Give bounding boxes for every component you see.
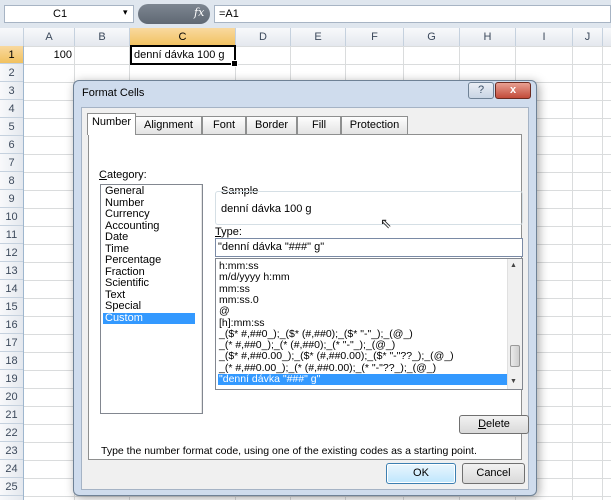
- row-header-13[interactable]: 13: [0, 262, 23, 280]
- fill-handle[interactable]: [231, 60, 238, 67]
- row-header-2[interactable]: 2: [0, 64, 23, 82]
- tab-protection[interactable]: Protection: [341, 116, 408, 134]
- cell-a1[interactable]: 100: [24, 46, 75, 64]
- row-header-14[interactable]: 14: [0, 280, 23, 298]
- format-code-item[interactable]: _(* #,##0_);_(* (#,##0);_(* "-"_);_(@_): [218, 340, 507, 351]
- column-header-c[interactable]: C: [130, 28, 236, 46]
- row-header-1[interactable]: 1: [0, 46, 23, 64]
- column-header-j[interactable]: J: [573, 28, 603, 46]
- row-header-5[interactable]: 5: [0, 118, 23, 136]
- type-input[interactable]: "denní dávka "###" g": [215, 238, 523, 257]
- category-item-percentage[interactable]: Percentage: [103, 254, 195, 267]
- row-headers: 1 2 3 4 5 6 7 8 9 10 11 12 13 14 15 16 17 18 19 20 21 22 23 24 2…: [0, 46, 24, 500]
- row-header-20[interactable]: 20: [0, 388, 23, 406]
- row-header-21[interactable]: 21: [0, 406, 23, 424]
- tab-border[interactable]: Border: [246, 116, 297, 134]
- name-box-value: C1: [53, 8, 68, 20]
- formula-bar: C1 ▾ fx =A1: [0, 0, 611, 29]
- row-header-17[interactable]: 17: [0, 334, 23, 352]
- tab-fill[interactable]: Fill: [297, 116, 341, 134]
- row-header-8[interactable]: 8: [0, 172, 23, 190]
- cell-c1-active[interactable]: denní dávka 100 g: [130, 45, 236, 65]
- row-header-6[interactable]: 6: [0, 136, 23, 154]
- row-header-11[interactable]: 11: [0, 226, 23, 244]
- category-item-currency[interactable]: Currency: [103, 208, 195, 221]
- column-header-a[interactable]: A: [24, 28, 75, 46]
- tab-number[interactable]: Number: [87, 113, 136, 135]
- number-tab-panel: Category: General Number Currency Accountin…: [88, 134, 529, 460]
- name-box[interactable]: C1 ▾: [4, 5, 134, 23]
- category-item-custom[interactable]: Custom: [103, 312, 195, 324]
- scroll-thumb[interactable]: [510, 345, 520, 367]
- column-header-i[interactable]: I: [516, 28, 573, 46]
- scroll-down-icon[interactable]: ▼: [510, 378, 517, 385]
- format-list-scrollbar[interactable]: ▲ ▼: [507, 259, 522, 389]
- grid-line: [572, 46, 573, 500]
- row-header-19[interactable]: 19: [0, 370, 23, 388]
- format-code-item[interactable]: _($* #,##0_);_($* (#,##0);_($* "-"_);_(@…: [218, 329, 507, 340]
- category-item-scientific[interactable]: Scientific: [103, 277, 195, 290]
- scroll-up-icon[interactable]: ▲: [510, 262, 517, 269]
- row-header-10[interactable]: 10: [0, 208, 23, 226]
- format-code-item[interactable]: "denní dávka "###" g": [218, 374, 507, 386]
- row-header-23[interactable]: 23: [0, 442, 23, 460]
- format-code-item[interactable]: [h]:mm:ss: [218, 318, 507, 329]
- close-button[interactable]: x: [495, 82, 531, 99]
- column-headers: ABCDEFGHIJ: [0, 28, 611, 47]
- row-header-7[interactable]: 7: [0, 154, 23, 172]
- formula-text: =A1: [219, 8, 239, 20]
- category-item-date[interactable]: Date: [103, 231, 195, 244]
- tab-font[interactable]: Font: [202, 116, 246, 134]
- column-header-h[interactable]: H: [460, 28, 516, 46]
- format-code-item[interactable]: mm:ss.0: [218, 295, 507, 306]
- format-cells-dialog: Format Cells ? x Number Alignment Font Bord…: [73, 80, 537, 496]
- format-code-item[interactable]: h:mm:ss: [218, 261, 507, 272]
- category-label: Category:: [99, 169, 147, 181]
- format-code-item[interactable]: @: [218, 306, 507, 317]
- row-header-4[interactable]: 4: [0, 100, 23, 118]
- select-all-corner[interactable]: [0, 28, 24, 46]
- column-header-d[interactable]: D: [236, 28, 291, 46]
- column-header-g[interactable]: G: [404, 28, 460, 46]
- category-list-divider: [201, 185, 202, 413]
- row-header-15[interactable]: 15: [0, 298, 23, 316]
- row-header-22[interactable]: 22: [0, 424, 23, 442]
- format-code-list[interactable]: "denní dávka "###" g" _(* #,##0.00_);_(* …: [215, 258, 523, 390]
- row-header-12[interactable]: 12: [0, 244, 23, 262]
- row-header-16[interactable]: 16: [0, 316, 23, 334]
- mouse-pointer-icon: ⇖: [380, 215, 392, 231]
- delete-button[interactable]: Delete: [459, 415, 529, 434]
- column-header-e[interactable]: E: [291, 28, 346, 46]
- column-header-b[interactable]: B: [75, 28, 130, 46]
- dialog-title: Format Cells: [82, 87, 145, 99]
- dialog-body: Number Alignment Font Border Fill Protection …: [81, 107, 529, 490]
- format-code-item[interactable]: mm:ss: [218, 284, 507, 295]
- help-button[interactable]: ?: [468, 82, 494, 99]
- insert-function-control[interactable]: fx: [138, 4, 210, 24]
- tab-alignment[interactable]: Alignment: [135, 116, 202, 134]
- grid-line: [602, 46, 603, 500]
- row-header-25[interactable]: 25: [0, 478, 23, 496]
- category-item-general[interactable]: General: [103, 185, 195, 198]
- category-item-special[interactable]: Special: [103, 300, 195, 313]
- format-code-item[interactable]: m/d/yyyy h:mm: [218, 272, 507, 283]
- row-header-9[interactable]: 9: [0, 190, 23, 208]
- type-label: Type:: [215, 226, 242, 238]
- row-header-18[interactable]: 18: [0, 352, 23, 370]
- format-code-item[interactable]: _($* #,##0.00_);_($* (#,##0.00);_($* "-"…: [218, 351, 507, 362]
- cancel-button[interactable]: Cancel: [462, 463, 525, 484]
- formula-input[interactable]: =A1: [214, 5, 611, 23]
- row-header-3[interactable]: 3: [0, 82, 23, 100]
- format-code-item[interactable]: _(* #,##0.00_);_(* (#,##0.00);_(* "-"??_…: [218, 363, 507, 374]
- category-list[interactable]: General Number Currency Accounting Date Time P…: [100, 184, 203, 414]
- sample-value: denní dávka 100 g: [221, 203, 312, 215]
- ok-button[interactable]: OK: [386, 463, 456, 484]
- chevron-down-icon[interactable]: ▾: [123, 7, 128, 18]
- hint-text: Type the number format code, using one o…: [101, 445, 477, 457]
- row-header-24[interactable]: 24: [0, 460, 23, 478]
- function-icon[interactable]: fx: [194, 6, 204, 19]
- column-header-f[interactable]: F: [346, 28, 404, 46]
